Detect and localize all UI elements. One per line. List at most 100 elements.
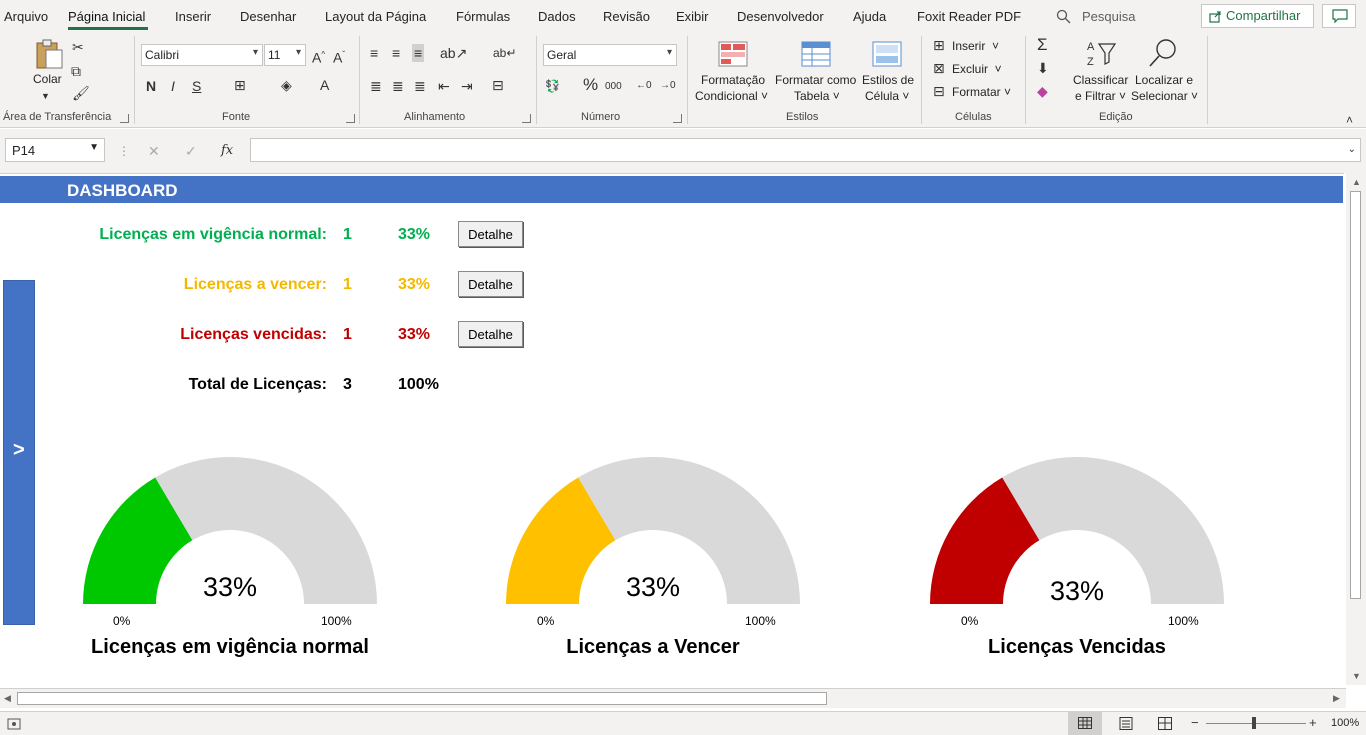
detail-button-expired[interactable]: Detalhe bbox=[458, 321, 523, 347]
number-launcher-icon[interactable] bbox=[673, 114, 682, 123]
sort-filter-button[interactable]: Classificar bbox=[1073, 73, 1128, 88]
find-select-button[interactable]: Localizar e bbox=[1135, 73, 1193, 88]
menu-layout-pagina[interactable]: Layout da Página bbox=[325, 9, 426, 24]
sort-filter-icon[interactable]: AZ bbox=[1085, 38, 1117, 68]
detail-button-normal[interactable]: Detalhe bbox=[458, 221, 523, 247]
conditional-formatting-button-line2[interactable]: Condicional ˅ bbox=[695, 89, 768, 104]
paste-dropdown-icon[interactable]: ▼ bbox=[41, 87, 50, 105]
align-top-icon[interactable]: ≡ bbox=[370, 44, 378, 62]
scroll-up-icon[interactable]: ▲ bbox=[1352, 177, 1361, 187]
horizontal-scroll-thumb[interactable] bbox=[17, 692, 827, 705]
align-left-icon[interactable]: ≣ bbox=[370, 77, 382, 95]
increase-decimal-icon[interactable]: ←0 bbox=[636, 77, 652, 95]
delete-cells-icon[interactable]: ⊠ bbox=[933, 59, 945, 77]
insert-function-icon[interactable]: fx bbox=[221, 142, 233, 160]
worksheet[interactable]: DASHBOARD Licenças em vigência normal: 1… bbox=[0, 173, 1344, 685]
orientation-icon[interactable]: ab↗ bbox=[440, 44, 467, 62]
bold-button[interactable]: N bbox=[146, 77, 156, 95]
page-break-view-icon[interactable] bbox=[1158, 717, 1172, 730]
font-launcher-icon[interactable] bbox=[346, 114, 355, 123]
menu-foxit[interactable]: Foxit Reader PDF bbox=[917, 9, 1021, 24]
zoom-level[interactable]: 100% bbox=[1331, 717, 1359, 729]
cut-icon[interactable]: ✂ bbox=[72, 38, 84, 56]
conditional-formatting-icon[interactable] bbox=[718, 41, 748, 67]
format-painter-icon[interactable]: 🖌 bbox=[72, 84, 90, 102]
scroll-right-icon[interactable]: ▶ bbox=[1333, 693, 1340, 704]
find-select-button-line2[interactable]: Selecionar ˅ bbox=[1131, 89, 1198, 104]
comments-button[interactable] bbox=[1322, 4, 1356, 28]
format-cells-button[interactable]: Formatar ˅ bbox=[952, 85, 1011, 100]
wrap-text-icon[interactable]: ab↵ bbox=[493, 44, 516, 62]
clear-icon[interactable]: ◆ bbox=[1037, 82, 1048, 100]
align-center-icon[interactable]: ≣ bbox=[392, 77, 404, 95]
fill-color-icon[interactable]: ◈ bbox=[281, 76, 292, 94]
delete-cells-button[interactable]: Excluir ˅ bbox=[952, 62, 1002, 77]
zoom-in-icon[interactable]: + bbox=[1309, 714, 1317, 732]
autosum-icon[interactable]: Σ bbox=[1037, 36, 1048, 54]
font-color-icon[interactable]: A bbox=[320, 76, 329, 94]
menu-exibir[interactable]: Exibir bbox=[676, 9, 709, 24]
scroll-left-icon[interactable]: ◀ bbox=[4, 693, 11, 704]
menu-arquivo[interactable]: Arquivo bbox=[4, 9, 48, 24]
conditional-formatting-button[interactable]: Formatação bbox=[701, 73, 765, 88]
zoom-slider-thumb[interactable] bbox=[1252, 717, 1256, 729]
fill-icon[interactable]: ⬇ bbox=[1037, 59, 1049, 77]
format-as-table-button-line2[interactable]: Tabela ˅ bbox=[794, 89, 840, 104]
merge-center-icon[interactable]: ⊟ bbox=[492, 76, 504, 94]
align-right-icon[interactable]: ≣ bbox=[414, 77, 426, 95]
menu-desenhar[interactable]: Desenhar bbox=[240, 9, 296, 24]
paste-button[interactable]: Colar bbox=[33, 72, 62, 87]
alignment-launcher-icon[interactable] bbox=[522, 114, 531, 123]
decrease-decimal-icon[interactable]: →0 bbox=[660, 77, 676, 95]
clipboard-launcher-icon[interactable] bbox=[120, 114, 129, 123]
format-as-table-icon[interactable] bbox=[801, 41, 831, 67]
scroll-down-icon[interactable]: ▼ bbox=[1352, 671, 1361, 681]
page-layout-view-icon[interactable] bbox=[1119, 717, 1133, 730]
zoom-out-icon[interactable]: − bbox=[1191, 714, 1199, 732]
cell-styles-button[interactable]: Estilos de bbox=[862, 73, 914, 88]
paste-icon[interactable] bbox=[34, 38, 64, 70]
name-box[interactable]: P14 ▼ bbox=[5, 138, 105, 162]
sort-filter-button-line2[interactable]: e Filtrar ˅ bbox=[1075, 89, 1126, 104]
menu-formulas[interactable]: Fórmulas bbox=[456, 9, 510, 24]
formula-input[interactable]: ⌄ bbox=[250, 138, 1361, 162]
borders-icon[interactable]: ⊞ bbox=[234, 76, 246, 94]
italic-button[interactable]: I bbox=[171, 77, 175, 95]
number-format-combo[interactable]: Geral ▾ bbox=[543, 44, 677, 66]
side-panel-toggle[interactable]: > bbox=[3, 280, 35, 625]
underline-button[interactable]: S bbox=[192, 77, 201, 95]
find-select-icon[interactable] bbox=[1148, 37, 1180, 69]
vertical-scroll-thumb[interactable] bbox=[1350, 191, 1361, 599]
menu-inserir[interactable]: Inserir bbox=[175, 9, 211, 24]
comma-style-icon[interactable]: 000 bbox=[605, 78, 622, 96]
font-size-combo[interactable]: 11 ▾ bbox=[264, 44, 306, 66]
vertical-scrollbar[interactable]: ▲ ▼ bbox=[1346, 173, 1366, 685]
cell-styles-button-line2[interactable]: Célula ˅ bbox=[865, 89, 909, 104]
align-bottom-icon[interactable]: ≡ bbox=[412, 44, 425, 62]
grow-font-icon[interactable]: A^ bbox=[312, 46, 325, 67]
menu-revisao[interactable]: Revisão bbox=[603, 9, 650, 24]
cancel-icon[interactable]: ✕ bbox=[148, 142, 160, 160]
search-box[interactable]: Pesquisa bbox=[1054, 5, 1136, 27]
decrease-indent-icon[interactable]: ⇤ bbox=[438, 77, 450, 95]
horizontal-scrollbar[interactable]: ◀ ▶ bbox=[0, 688, 1346, 708]
increase-indent-icon[interactable]: ⇥ bbox=[461, 77, 473, 95]
insert-cells-icon[interactable]: ⊞ bbox=[933, 36, 945, 54]
accounting-format-icon[interactable]: 💱 bbox=[545, 77, 560, 95]
detail-button-expiring[interactable]: Detalhe bbox=[458, 271, 523, 297]
enter-icon[interactable]: ✓ bbox=[185, 142, 197, 160]
align-middle-icon[interactable]: ≡ bbox=[392, 44, 400, 62]
menu-pagina-inicial[interactable]: Página Inicial bbox=[68, 9, 145, 24]
percent-style-icon[interactable]: % bbox=[583, 76, 598, 94]
zoom-slider[interactable] bbox=[1206, 723, 1306, 724]
insert-cells-button[interactable]: Inserir ˅ bbox=[952, 39, 999, 54]
copy-icon[interactable]: ⧉ bbox=[71, 62, 81, 80]
macro-record-icon[interactable] bbox=[7, 718, 21, 730]
collapse-ribbon-icon[interactable]: ˄ bbox=[1346, 111, 1353, 129]
shrink-font-icon[interactable]: Aˇ bbox=[333, 46, 345, 67]
cell-styles-icon[interactable] bbox=[872, 41, 902, 67]
share-button[interactable]: Compartilhar bbox=[1201, 4, 1314, 28]
font-name-combo[interactable]: Calibri ▾ bbox=[141, 44, 263, 66]
menu-ajuda[interactable]: Ajuda bbox=[853, 9, 886, 24]
format-cells-icon[interactable]: ⊟ bbox=[933, 82, 945, 100]
